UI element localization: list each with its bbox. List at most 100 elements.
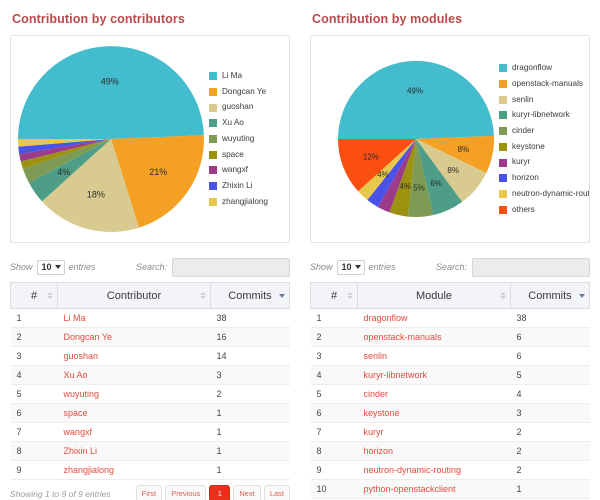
cell-commits: 38: [210, 308, 290, 328]
cell-index: 2: [10, 327, 58, 347]
cell-name[interactable]: kuryr-libnetwork: [357, 365, 511, 385]
cell-name[interactable]: wangxf: [57, 422, 211, 442]
cell-name[interactable]: guoshan: [57, 346, 211, 366]
legend-item[interactable]: keystone: [499, 142, 589, 151]
table-row[interactable]: 6 keystone 3: [310, 403, 590, 423]
cell-name[interactable]: horizon: [357, 441, 511, 461]
th-module-label: Module: [415, 289, 453, 302]
table-row[interactable]: 2 Dongcan Ye 16: [10, 327, 290, 347]
entries-select[interactable]: 10: [336, 259, 365, 275]
legend-swatch-icon: [209, 166, 217, 175]
th-index[interactable]: #: [10, 282, 58, 309]
cell-commits: 1: [210, 422, 290, 442]
cell-name[interactable]: Li Ma: [57, 308, 211, 328]
legend-item[interactable]: guoshan: [209, 103, 289, 112]
cell-name[interactable]: openstack-manuals: [357, 327, 511, 347]
legend-item[interactable]: Zhixin Li: [209, 181, 289, 191]
th-commits[interactable]: Commits: [210, 282, 290, 309]
legend-item[interactable]: kuryr-libnetwork: [499, 111, 589, 120]
entries-value: 10: [41, 261, 52, 272]
table-row[interactable]: 6 space 1: [10, 403, 290, 423]
legend-item[interactable]: Dongcan Ye: [209, 87, 289, 96]
cell-index: 7: [10, 422, 58, 442]
cell-name[interactable]: Xu Ao: [57, 365, 211, 385]
legend-item[interactable]: kuryr: [499, 158, 589, 167]
page-title-contributors: Contribution by contributors: [12, 12, 185, 26]
table-row[interactable]: 8 Zhixin Li 1: [10, 441, 290, 461]
table-row[interactable]: 10 python-openstackclient 1: [310, 479, 590, 499]
legend-item[interactable]: senlin: [499, 94, 589, 104]
legend-item[interactable]: neutron-dynamic-routing: [499, 189, 589, 198]
legend-item[interactable]: wangxf: [209, 166, 289, 175]
pagination-button[interactable]: 1: [209, 485, 231, 500]
legend-item[interactable]: wuyuting: [209, 134, 289, 143]
cell-name[interactable]: cinder: [357, 384, 511, 404]
pie-slice[interactable]: [18, 46, 204, 139]
legend-item[interactable]: space: [209, 150, 289, 159]
table-row[interactable]: 9 zhangjialong 1: [10, 460, 290, 480]
cell-commits: 5: [510, 365, 590, 385]
legend-swatch-icon: [499, 158, 507, 167]
search-group: Search:: [136, 257, 290, 277]
pie-slice[interactable]: [337, 60, 494, 139]
cell-name[interactable]: wuyuting: [57, 384, 211, 404]
table-row[interactable]: 7 wangxf 1: [10, 422, 290, 442]
cell-name[interactable]: kuryr: [357, 422, 511, 442]
cell-name[interactable]: keystone: [357, 403, 511, 423]
th-contributor[interactable]: Contributor: [57, 282, 211, 309]
search-input[interactable]: [472, 257, 590, 277]
pagination-button[interactable]: Previous: [165, 485, 207, 500]
legend-item[interactable]: cinder: [499, 126, 589, 136]
table-row[interactable]: 1 Li Ma 38: [10, 308, 290, 328]
legend-item[interactable]: Xu Ao: [209, 118, 289, 128]
pagination-button[interactable]: Last: [263, 485, 290, 500]
legend-swatch-icon: [499, 205, 507, 214]
table-row[interactable]: 5 cinder 4: [310, 384, 590, 404]
table-row[interactable]: 5 wuyuting 2: [10, 384, 290, 404]
th-commits[interactable]: Commits: [510, 282, 590, 309]
pie-chart-modules[interactable]: 49% 8% 8% 6% 5% 4% 4% 12%: [337, 60, 495, 218]
pie-chart-contributors[interactable]: 49% 21% 18% 4%: [17, 45, 205, 233]
cell-name[interactable]: zhangjialong: [57, 460, 211, 480]
cell-name[interactable]: senlin: [357, 346, 511, 366]
table-body: 1 Li Ma 38 2 Dongcan Ye 16 3 guoshan 14 4 Xu Ao 3 5 w…: [10, 308, 290, 480]
table-controls-contributors: Show 10 entries Search:: [10, 252, 290, 282]
legend-item[interactable]: horizon: [499, 173, 589, 183]
search-input[interactable]: [172, 257, 290, 277]
table-row[interactable]: 3 guoshan 14: [10, 346, 290, 366]
table-row[interactable]: 2 openstack-manuals 6: [310, 327, 590, 347]
entries-value: 10: [341, 261, 352, 272]
legend-swatch-icon: [499, 111, 507, 120]
cell-commits: 1: [210, 403, 290, 423]
legend-item-label: senlin: [512, 94, 534, 104]
search-group: Search:: [436, 257, 590, 277]
cell-name[interactable]: Zhixin Li: [57, 441, 211, 461]
cell-name[interactable]: Dongcan Ye: [57, 327, 211, 347]
legend-item[interactable]: openstack-manuals: [499, 79, 589, 89]
cell-name[interactable]: python-openstackclient: [357, 479, 511, 499]
cell-name[interactable]: dragonflow: [357, 308, 511, 328]
table-row[interactable]: 3 senlin 6: [310, 346, 590, 366]
cell-commits: 2: [510, 441, 590, 461]
table-row[interactable]: 1 dragonflow 38: [310, 308, 590, 328]
table-row[interactable]: 7 kuryr 2: [310, 422, 590, 442]
cell-name[interactable]: neutron-dynamic-routing: [357, 460, 511, 480]
table-row[interactable]: 8 horizon 2: [310, 441, 590, 461]
th-module[interactable]: Module: [357, 282, 511, 309]
table-row[interactable]: 9 neutron-dynamic-routing 2: [310, 460, 590, 480]
table-row[interactable]: 4 kuryr-libnetwork 5: [310, 365, 590, 385]
legend-item[interactable]: Li Ma: [209, 71, 289, 81]
cell-commits: 1: [510, 479, 590, 499]
legend-item[interactable]: others: [499, 205, 589, 214]
pagination-button[interactable]: Next: [233, 485, 261, 500]
legend-item[interactable]: zhangjialong: [209, 197, 289, 206]
pie-slice-label: 18%: [87, 190, 105, 200]
legend-item[interactable]: dragonflow: [499, 64, 589, 73]
table-row[interactable]: 4 Xu Ao 3: [10, 365, 290, 385]
cell-name[interactable]: space: [57, 403, 211, 423]
entries-select[interactable]: 10: [36, 259, 65, 275]
pie-svg: 49%8%8%6%5%4%4%12%: [337, 60, 495, 217]
th-index[interactable]: #: [310, 282, 358, 309]
cell-index: 6: [10, 403, 58, 423]
pagination-button[interactable]: First: [135, 485, 163, 500]
